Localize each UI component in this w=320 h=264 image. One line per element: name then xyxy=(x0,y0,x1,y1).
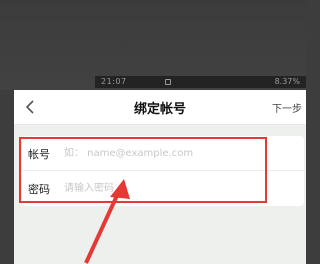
camera-indicator-icon xyxy=(165,79,171,85)
annotation-highlight-box xyxy=(19,137,267,203)
page-title: 绑定帐号 xyxy=(133,102,186,117)
status-bar: 21:07 8.37% xyxy=(95,76,306,88)
nav-bar: 绑定帐号 下一步 xyxy=(14,90,306,125)
status-time: 21:07 xyxy=(101,77,127,86)
next-step-button[interactable]: 下一步 xyxy=(272,100,302,115)
battery-level: 8.37% xyxy=(274,77,300,86)
annotation-arrow-icon xyxy=(84,179,130,264)
